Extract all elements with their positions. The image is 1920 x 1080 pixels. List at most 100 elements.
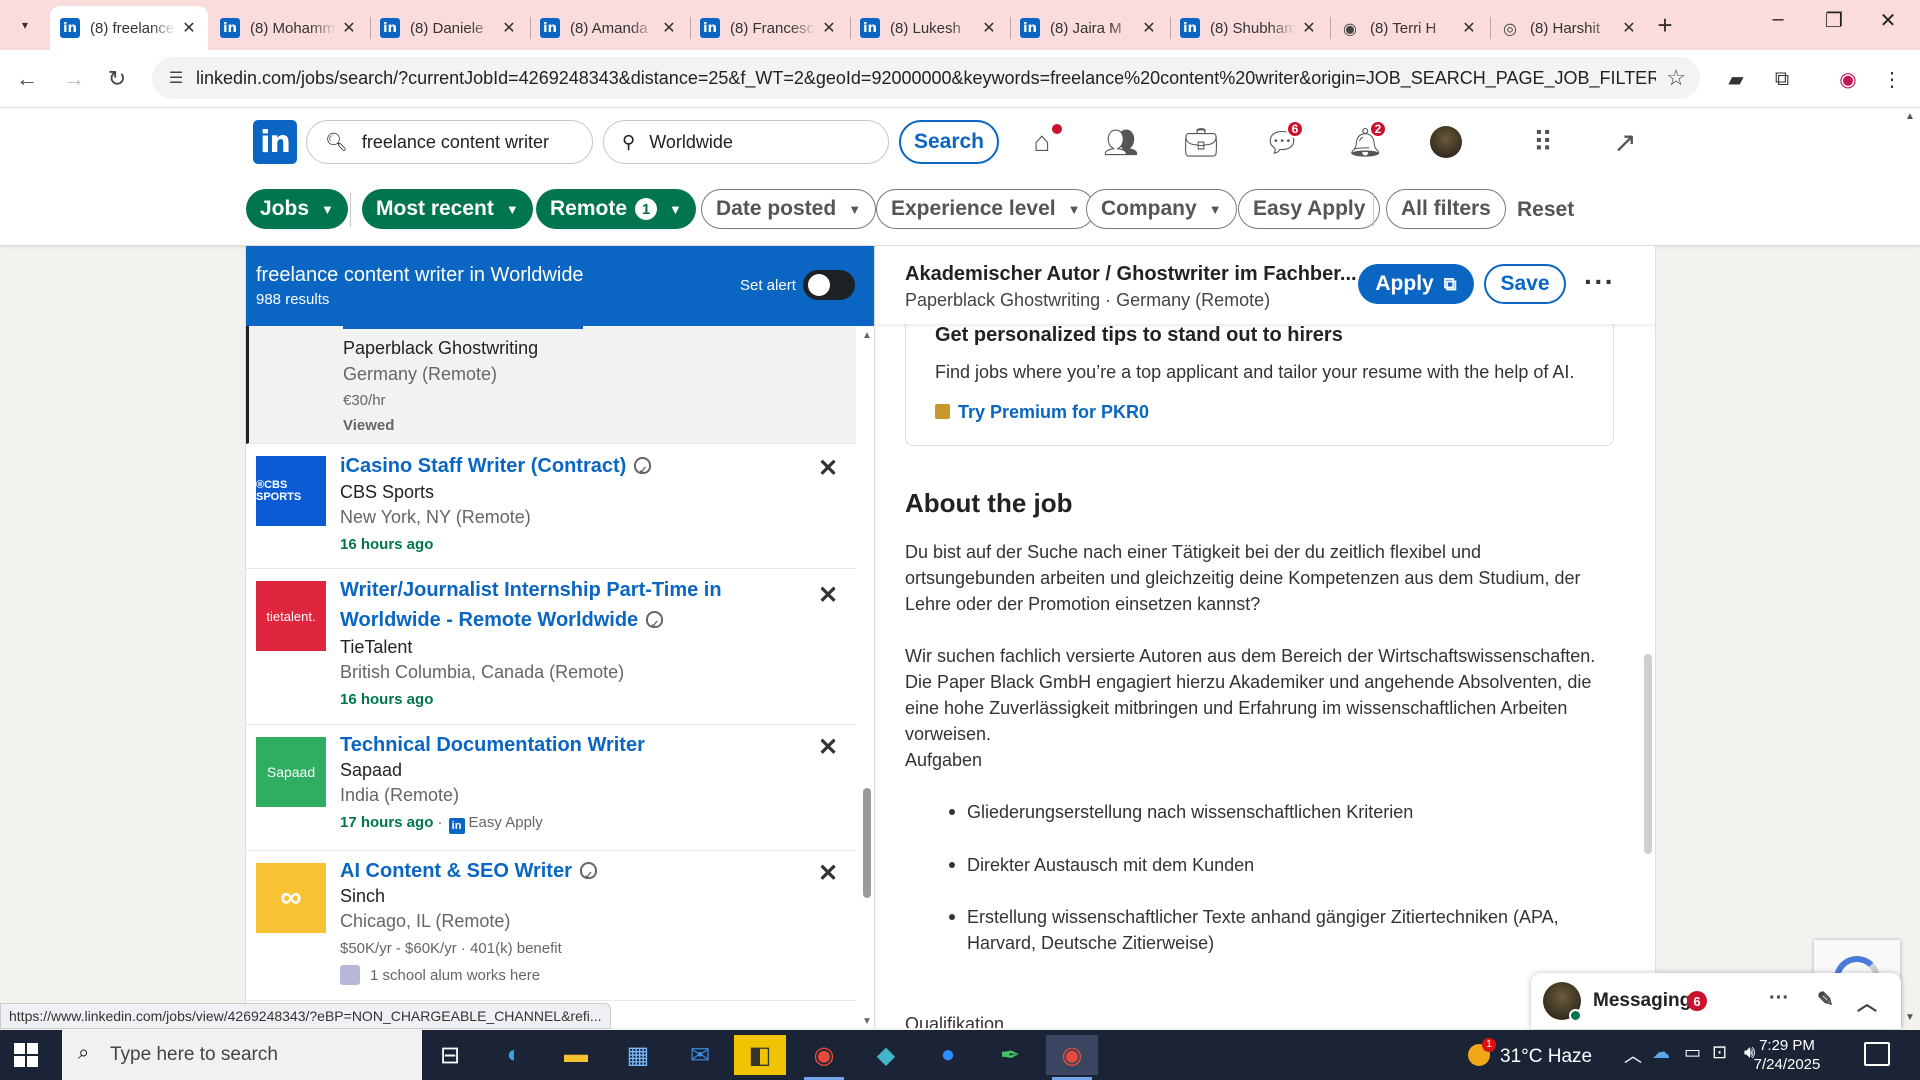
app-diamond-icon[interactable]: ◆: [860, 1035, 912, 1075]
date-posted-filter-pill[interactable]: Date posted ▼: [701, 189, 877, 229]
restore-icon[interactable]: ❐: [1814, 8, 1854, 33]
home-icon[interactable]: ⌂: [1022, 122, 1064, 160]
scrollbar-thumb[interactable]: [1644, 654, 1652, 854]
search-button[interactable]: Search: [899, 120, 999, 164]
chrome-menu-icon[interactable]: ⋮: [1876, 63, 1908, 95]
battery-icon[interactable]: ▭: [1684, 1042, 1701, 1063]
jobs-briefcase-icon[interactable]: 💼︎: [1181, 124, 1221, 160]
experience-level-filter-pill[interactable]: Experience level ▼: [876, 189, 1096, 229]
mail-icon[interactable]: ✉: [674, 1035, 726, 1075]
microsoft-store-icon[interactable]: ▦: [612, 1035, 664, 1075]
work-grid-icon[interactable]: ⠿: [1523, 124, 1563, 160]
jobs-filter-pill[interactable]: Jobs ▼: [246, 189, 348, 229]
job-title[interactable]: Writer/Journalist Internship Part-Time i…: [340, 575, 780, 640]
sticky-notes-icon[interactable]: ◧: [734, 1035, 786, 1075]
page-scrollbar[interactable]: ▲ ▼: [1900, 108, 1920, 1028]
dismiss-job-icon[interactable]: ✕: [818, 581, 838, 610]
tab-harshit[interactable]: ◎ (8) Harshit ✕: [1490, 6, 1648, 50]
me-avatar[interactable]: [1430, 126, 1462, 158]
taskbar-search-box[interactable]: ⌕ Type here to search: [62, 1030, 422, 1080]
scroll-down-arrow-icon[interactable]: ▼: [862, 1016, 872, 1027]
job-card-tietalent[interactable]: tietalent. Writer/Journalist Internship …: [246, 569, 856, 725]
tab-mohammad[interactable]: in (8) Mohammad ✕: [210, 6, 368, 50]
url-text[interactable]: linkedin.com/jobs/search/?currentJobId=4…: [196, 68, 1656, 89]
job-title[interactable]: Technical Documentation Writer: [340, 730, 780, 760]
profile-icon[interactable]: ◉: [1832, 63, 1864, 95]
close-icon[interactable]: ✕: [500, 18, 518, 38]
back-arrow-icon[interactable]: ←: [10, 62, 44, 96]
tab-shubham[interactable]: in (8) Shubham ✕: [1170, 6, 1328, 50]
windows-start-icon[interactable]: [14, 1043, 38, 1067]
tab-terri[interactable]: ◉ (8) Terri H ✕: [1330, 6, 1488, 50]
tray-chevron-up-icon[interactable]: ︿: [1624, 1042, 1642, 1068]
network-icon[interactable]: ⊡: [1712, 1042, 1727, 1063]
chevron-up-icon[interactable]: ︿: [1857, 987, 1877, 1016]
scroll-up-arrow-icon[interactable]: ▲: [1905, 111, 1915, 122]
job-detail-title[interactable]: Akademischer Autor / Ghostwriter im Fach…: [905, 263, 1357, 286]
results-scrollbar[interactable]: ▲ ▼: [860, 326, 874, 1028]
extension-icon[interactable]: ▰: [1720, 63, 1752, 95]
messaging-overlay[interactable]: Messaging 6 ··· ✎ ︿: [1531, 973, 1901, 1029]
easy-apply-filter-pill[interactable]: Easy Apply: [1238, 189, 1381, 229]
tab-amanda[interactable]: in (8) Amanda ✕: [530, 6, 688, 50]
dismiss-job-icon[interactable]: ✕: [818, 454, 838, 483]
weather-widget[interactable]: 1 31°C Haze: [1468, 1038, 1592, 1068]
file-explorer-icon[interactable]: ▬: [550, 1035, 602, 1075]
new-tab-plus-icon[interactable]: +: [1650, 10, 1680, 41]
compose-icon[interactable]: ✎: [1817, 987, 1834, 1012]
bookmark-star-icon[interactable]: ☆: [1666, 65, 1686, 91]
close-icon[interactable]: ✕: [820, 18, 838, 38]
onedrive-icon[interactable]: ☁: [1652, 1042, 1670, 1063]
edge-browser-icon[interactable]: ◐: [488, 1035, 540, 1075]
minimize-icon[interactable]: –: [1758, 8, 1798, 31]
scroll-down-arrow-icon[interactable]: ▼: [1905, 1012, 1915, 1023]
job-card-paperblack[interactable]: Paperblack Ghostwriting Germany (Remote)…: [246, 326, 856, 444]
scrollbar-thumb[interactable]: [863, 788, 871, 898]
dismiss-job-icon[interactable]: ✕: [818, 859, 838, 888]
tab-search-chevron-icon[interactable]: ▾: [10, 12, 40, 38]
my-network-icon[interactable]: 👥︎: [1101, 124, 1141, 160]
tab-lukesh[interactable]: in (8) Lukesh ✕: [850, 6, 1008, 50]
close-icon[interactable]: ✕: [980, 18, 998, 38]
more-options-icon[interactable]: ···: [1769, 987, 1789, 1010]
reset-filters-button[interactable]: Reset: [1517, 198, 1574, 222]
chrome-profile-icon[interactable]: ◉: [1046, 1035, 1098, 1080]
close-icon[interactable]: ✕: [1140, 18, 1158, 38]
tab-daniele[interactable]: in (8) Daniele ✕: [370, 6, 528, 50]
tab-francesca[interactable]: in (8) Francesca ✕: [690, 6, 848, 50]
job-card-cbs-sports[interactable]: ®CBS SPORTS iCasino Staff Writer (Contra…: [246, 444, 856, 569]
notifications-bell-icon[interactable]: 🔔︎ 2: [1345, 120, 1387, 160]
messaging-icon[interactable]: 💬︎ 6: [1262, 120, 1304, 160]
close-icon[interactable]: ✕: [660, 18, 678, 38]
window-close-icon[interactable]: ✕: [1868, 8, 1908, 33]
location-search-input[interactable]: ⚲ Worldwide: [603, 120, 889, 164]
task-view-icon[interactable]: ⊟: [424, 1035, 476, 1075]
linkedin-logo[interactable]: in: [253, 120, 297, 164]
site-info-icon[interactable]: ☰: [164, 66, 188, 90]
all-filters-button[interactable]: All filters: [1386, 189, 1506, 229]
taskbar-clock[interactable]: 7:29 PM 7/24/2025: [1731, 1036, 1843, 1074]
puzzle-extensions-icon[interactable]: ⧉: [1766, 63, 1798, 95]
forward-arrow-icon[interactable]: →: [57, 62, 91, 96]
keyword-search-input[interactable]: 🔍︎ freelance content writer: [306, 120, 593, 164]
save-button[interactable]: Save: [1484, 264, 1566, 304]
job-title[interactable]: iCasino Staff Writer (Contract): [340, 451, 780, 486]
close-icon[interactable]: ✕: [1300, 18, 1318, 38]
advertise-icon[interactable]: ↗: [1605, 124, 1645, 160]
dismiss-job-icon[interactable]: ✕: [818, 733, 838, 762]
detail-scrollbar[interactable]: [1642, 324, 1654, 1024]
close-icon[interactable]: ✕: [1620, 18, 1638, 38]
chrome-icon[interactable]: ◉: [798, 1035, 850, 1080]
reload-icon[interactable]: ↻: [100, 62, 134, 96]
try-premium-link[interactable]: Try Premium for PKR0: [935, 402, 1149, 423]
job-card-sapaad[interactable]: Sapaad Technical Documentation Writer Sa…: [246, 725, 856, 851]
tab-freelance-content-writer[interactable]: in (8) freelance content writer ✕: [50, 6, 208, 50]
scroll-up-arrow-icon[interactable]: ▲: [862, 330, 872, 341]
address-bar[interactable]: ☰ linkedin.com/jobs/search/?currentJobId…: [152, 57, 1700, 99]
close-icon[interactable]: ✕: [1460, 18, 1478, 38]
set-alert-toggle[interactable]: [803, 270, 855, 300]
remote-filter-pill[interactable]: Remote 1 ▼: [536, 189, 696, 229]
zoom-icon[interactable]: ●: [922, 1035, 974, 1075]
close-icon[interactable]: ✕: [340, 18, 358, 38]
tab-jaira[interactable]: in (8) Jaira M ✕: [1010, 6, 1168, 50]
